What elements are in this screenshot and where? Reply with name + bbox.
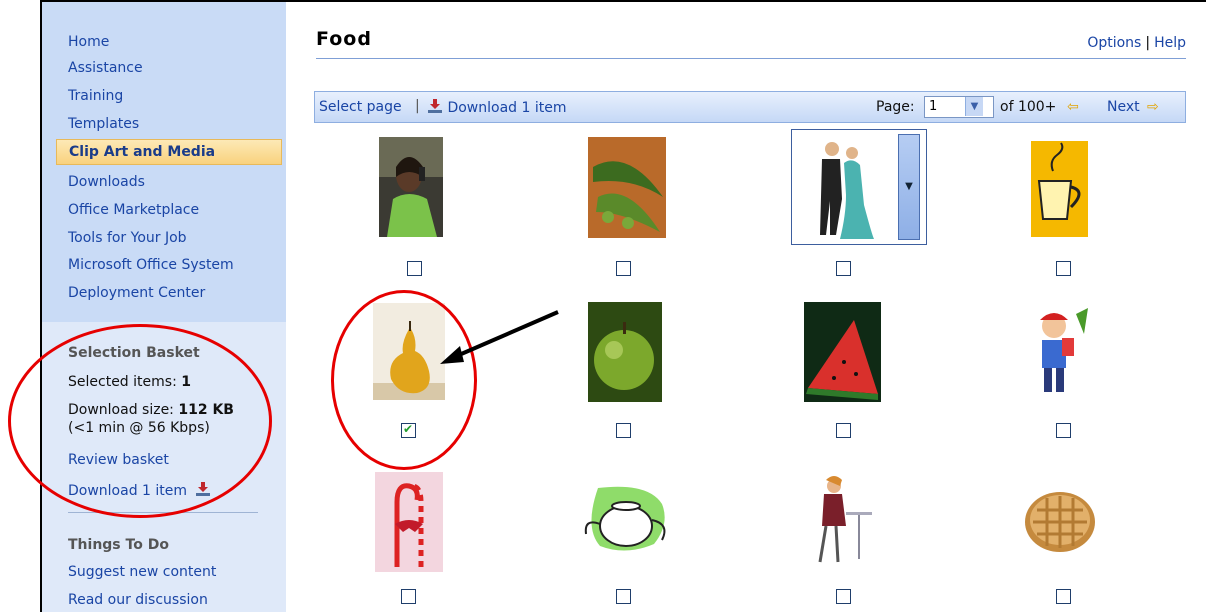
candy-canes-image — [375, 472, 443, 572]
thumbnail-dancing-couple[interactable] — [800, 135, 894, 239]
discussion-link[interactable]: Read our discussion — [68, 592, 208, 608]
thumbnail-checkbox-12[interactable] — [1056, 589, 1071, 604]
previous-arrow-icon[interactable]: ⇦ — [1067, 99, 1079, 115]
thumbnail-pie[interactable] — [1023, 484, 1097, 558]
thumbnail-boy-with-popcorn[interactable] — [1026, 304, 1094, 398]
woman-on-phone-image — [379, 137, 443, 237]
nav-downloads[interactable]: Downloads — [68, 174, 145, 190]
thumbnail-pea-pods[interactable] — [588, 137, 666, 238]
page-select[interactable]: 1 — [924, 96, 994, 118]
sidebar: Home Assistance Training Templates Clip … — [42, 2, 286, 612]
thumbnail-checkbox-9[interactable] — [401, 589, 416, 604]
things-to-do-heading: Things To Do — [68, 537, 169, 553]
thumbnail-coffee-cup[interactable] — [1031, 141, 1088, 237]
annotation-arrow-icon — [440, 310, 559, 364]
coffee-cup-image — [1031, 141, 1088, 237]
next-link[interactable]: Next — [1107, 99, 1140, 115]
toolbar-download-label: Download 1 item — [447, 100, 567, 116]
nav-assistance[interactable]: Assistance — [68, 60, 143, 76]
nav-microsoft-office-system[interactable]: Microsoft Office System — [68, 257, 234, 273]
thumbnail-green-apple[interactable] — [588, 302, 662, 402]
nav-deployment-center[interactable]: Deployment Center — [68, 285, 205, 301]
title-rule — [316, 58, 1186, 59]
thumbnail-teapot[interactable] — [578, 484, 674, 557]
download-icon — [428, 99, 442, 113]
boy-popcorn-image — [1026, 304, 1094, 398]
thumbnail-woman-at-cafe-table[interactable] — [812, 472, 876, 568]
green-apple-image — [588, 302, 662, 402]
results-toolbar: Select page | Download 1 item Page: 1 ▼ … — [314, 91, 1186, 123]
thumbnail-checkbox-3[interactable] — [836, 261, 851, 276]
nav-templates[interactable]: Templates — [68, 116, 139, 132]
select-page-link[interactable]: Select page — [319, 99, 402, 115]
pie-image — [1023, 484, 1097, 558]
watermelon-image — [804, 302, 881, 402]
page-title: Food — [316, 28, 372, 50]
toolbar-download-link[interactable]: Download 1 item — [427, 99, 566, 116]
page-select-value: 1 — [929, 99, 938, 114]
thumbnail-candy-canes[interactable] — [375, 472, 443, 572]
header-links: Options | Help — [1087, 35, 1186, 51]
thumbnail-checkbox-8[interactable] — [1056, 423, 1071, 438]
thumbnail-checkbox-11[interactable] — [836, 589, 851, 604]
help-link[interactable]: Help — [1154, 35, 1186, 51]
thumbnail-woman-on-phone[interactable] — [379, 137, 443, 237]
thumbnail-checkbox-6[interactable] — [616, 423, 631, 438]
nav-training[interactable]: Training — [68, 88, 123, 104]
thumbnail-menu-button[interactable]: ▼ — [898, 134, 920, 240]
nav-home[interactable]: Home — [68, 34, 109, 50]
pea-pods-image — [588, 137, 666, 238]
annotation-circle-basket — [8, 324, 272, 518]
thumbnail-checkbox-2[interactable] — [616, 261, 631, 276]
nav-office-marketplace[interactable]: Office Marketplace — [68, 202, 199, 218]
woman-cafe-image — [812, 472, 876, 568]
teapot-image — [578, 484, 674, 557]
suggest-content-link[interactable]: Suggest new content — [68, 564, 216, 580]
thumbnail-checkbox-7[interactable] — [836, 423, 851, 438]
thumbnail-watermelon[interactable] — [804, 302, 881, 402]
chevron-down-icon[interactable]: ▼ — [965, 97, 983, 116]
options-link[interactable]: Options — [1087, 35, 1141, 51]
toolbar-separator: | — [415, 98, 420, 114]
thumbnail-checkbox-4[interactable] — [1056, 261, 1071, 276]
nav-clip-art-and-media[interactable]: Clip Art and Media — [56, 139, 282, 165]
page-count: of 100+ — [1000, 99, 1057, 115]
next-arrow-icon[interactable]: ⇨ — [1147, 99, 1159, 115]
thumbnail-checkbox-10[interactable] — [616, 589, 631, 604]
nav-active-label: Clip Art and Media — [69, 144, 216, 160]
sidebar-nav: Home Assistance Training Templates Clip … — [42, 2, 286, 322]
thumbnail-checkbox-1[interactable] — [407, 261, 422, 276]
dancing-couple-image — [800, 135, 894, 239]
page-label: Page: — [876, 99, 915, 115]
nav-tools-for-your-job[interactable]: Tools for Your Job — [68, 230, 187, 246]
